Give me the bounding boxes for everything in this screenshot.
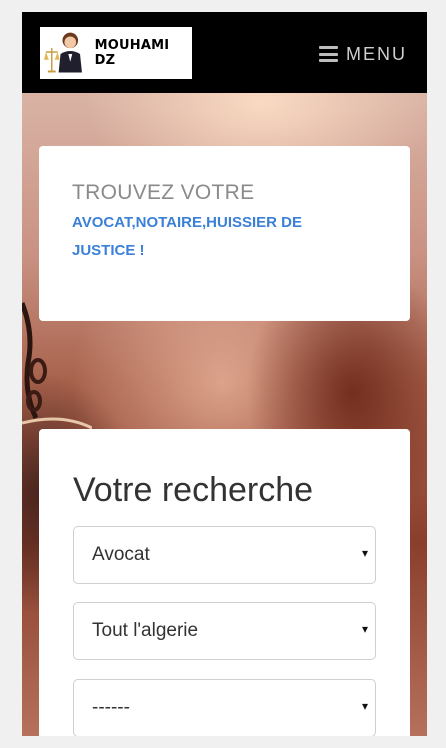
region-select[interactable]: Tout l'algerie ▾ <box>73 602 376 660</box>
city-select-value: ------ <box>92 697 130 718</box>
lawyer-mascot-icon <box>44 32 82 73</box>
menu-button[interactable]: MENU <box>319 44 407 64</box>
profession-select-value: Avocat <box>92 544 150 565</box>
search-card: Votre recherche Avocat ▾ Tout l'algerie … <box>39 429 410 736</box>
profession-select[interactable]: Avocat ▾ <box>73 526 376 584</box>
hamburger-icon <box>319 46 338 62</box>
chevron-down-icon: ▾ <box>361 699 368 713</box>
chevron-down-icon: ▾ <box>361 546 368 560</box>
chevron-down-icon: ▾ <box>361 622 368 636</box>
logo-text: MOUHAMI DZ <box>94 38 170 68</box>
navbar: MOUHAMI DZ MENU <box>22 12 427 93</box>
intro-title: TROUVEZ VOTRE <box>72 181 255 204</box>
region-select-value: Tout l'algerie <box>92 620 199 641</box>
logo[interactable]: MOUHAMI DZ <box>40 27 192 79</box>
page: MOUHAMI DZ MENU TROUVEZ VOTRE AVOCAT,NOT… <box>22 12 427 736</box>
intro-card: TROUVEZ VOTRE AVOCAT,NOTAIRE,HUISSIER DE… <box>39 146 410 321</box>
menu-label: MENU <box>346 43 407 64</box>
search-title: Votre recherche <box>73 471 314 509</box>
city-select[interactable]: ------ ▾ <box>73 679 376 736</box>
intro-subtitle: AVOCAT,NOTAIRE,HUISSIER DE JUSTICE ! <box>72 214 303 259</box>
